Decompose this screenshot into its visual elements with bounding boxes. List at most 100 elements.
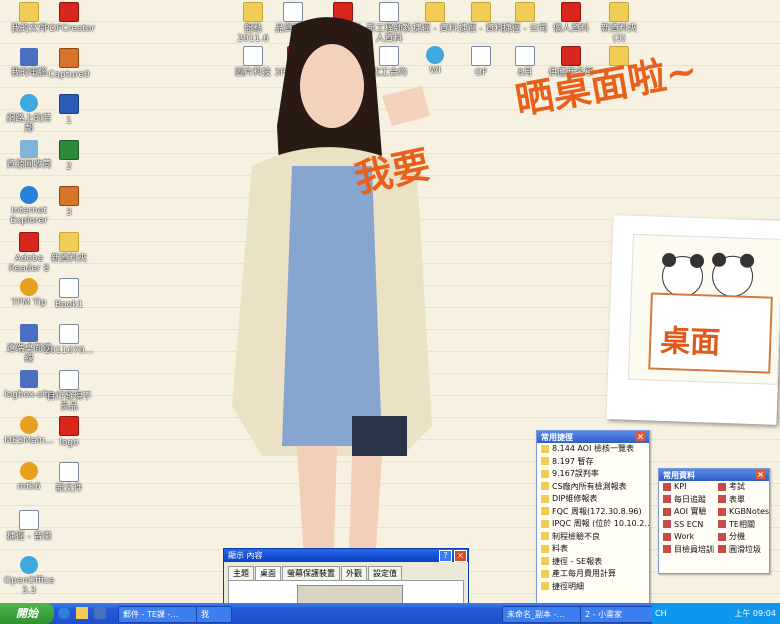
list-item[interactable]: 考試 xyxy=(714,481,769,494)
list-item[interactable]: 制程檢驗不良 xyxy=(537,531,649,544)
list-item-label: 8.144 AOI 檢核一覽表 xyxy=(552,444,634,453)
ppt-icon xyxy=(59,186,79,206)
photo-inner: 桌面 xyxy=(627,233,780,385)
folder-icon[interactable] xyxy=(75,607,88,619)
list-item-label: 捷徑 - SE報表 xyxy=(552,556,603,566)
desktop-icon-item[interactable]: PDFCreator xyxy=(44,2,96,34)
list-item[interactable]: KPI xyxy=(659,481,714,494)
taskbar: 開始 郵件 - TE課 -… 我 未命名_副本 -… 2 - 小畫家 CH 上午… xyxy=(0,603,780,624)
list-item[interactable]: 8.144 AOI 檢核一覽表 xyxy=(537,443,649,456)
desktop-icon-item[interactable]: 2011070… xyxy=(44,324,94,356)
doc-icon xyxy=(59,462,79,482)
desktop-icon-label: 1 xyxy=(66,116,72,126)
list-item[interactable]: 8.197 暫存 xyxy=(537,456,649,469)
desktop-icon-item[interactable]: OpenOffice 3.3 xyxy=(4,556,54,596)
list-item-label: 制程檢驗不良 xyxy=(552,531,600,541)
taskbar-button-paint[interactable]: 2 - 小畫家 xyxy=(580,606,656,623)
list-item[interactable]: AOI 實驗 xyxy=(659,506,714,519)
desktop-icon-item[interactable]: 新文件 xyxy=(44,462,94,494)
desktop-icon-label: Capture0 xyxy=(48,70,90,80)
polaroid-photo: 桌面 xyxy=(606,215,780,425)
shortcuts-panel-titlebar[interactable]: 常用捷徑 × xyxy=(537,431,649,443)
item-icon xyxy=(718,532,726,541)
list-item-label: CS廠內所有檢測報表 xyxy=(552,481,627,491)
list-item[interactable]: CS廠內所有檢測報表 xyxy=(537,481,649,494)
doc-icon xyxy=(59,278,79,298)
doc-icon xyxy=(59,324,79,344)
desktop-icon-item[interactable]: 2 xyxy=(44,140,94,172)
close-icon[interactable]: × xyxy=(636,432,645,441)
desktop-icon-item[interactable]: 新資料夾 (3) xyxy=(594,2,644,44)
list-item[interactable]: Work xyxy=(659,531,714,544)
desktop-icon-item[interactable]: Capture0 xyxy=(44,48,94,80)
data-panel: 常用資料 × KPI 考試 每日追蹤 表單 AOI 實驗 KGBNotes SS ECN TE… xyxy=(658,468,770,574)
close-icon[interactable]: × xyxy=(756,470,765,479)
list-item[interactable]: 分機 xyxy=(714,531,769,544)
list-item[interactable]: KGBNotes xyxy=(714,506,769,519)
folder-icon xyxy=(541,557,549,565)
list-item[interactable]: 9.167誤判率 xyxy=(537,468,649,481)
recycle-icon xyxy=(20,140,38,158)
xls-icon xyxy=(59,140,79,160)
list-item[interactable]: FQC 周報(172.30.8.96) xyxy=(537,506,649,519)
desktop-icon-item[interactable]: OF xyxy=(456,46,506,78)
pdf-icon xyxy=(59,2,79,22)
dialog-titlebar[interactable]: 顯示 內容 × ? xyxy=(224,549,468,562)
desktop-icon-label: 2011070… xyxy=(44,346,94,356)
desktop-icon-item[interactable]: 捷徑 - 資料 xyxy=(456,2,506,34)
dialog-tab[interactable]: 桌面 xyxy=(255,566,281,580)
list-item-label: 9.167誤判率 xyxy=(552,469,599,478)
help-icon[interactable]: ? xyxy=(439,550,452,562)
list-item[interactable]: 捷徑明細 xyxy=(537,581,649,594)
pc-icon xyxy=(20,370,38,388)
folder-icon xyxy=(541,507,549,515)
language-indicator[interactable]: CH xyxy=(655,603,667,624)
list-item[interactable]: 表單 xyxy=(714,494,769,507)
list-item[interactable]: 捷徑 - SE報表 xyxy=(537,556,649,569)
list-item[interactable]: SS ECN xyxy=(659,519,714,532)
desktop-icon-item[interactable]: 捷徑 - 音樂 xyxy=(4,510,54,542)
quick-launch xyxy=(58,607,114,621)
list-item[interactable]: DIP維修報表 xyxy=(537,493,649,506)
dialog-tab[interactable]: 外觀 xyxy=(341,566,367,580)
pdf-icon xyxy=(59,416,79,436)
desktop-icon-item[interactable]: 自行發現不良品 xyxy=(44,370,94,412)
dialog-tab[interactable]: 主題 xyxy=(228,566,254,580)
item-icon xyxy=(663,545,671,553)
ie-icon[interactable] xyxy=(58,607,70,619)
desktop-icon-label: 自行發現不良品 xyxy=(46,392,92,412)
desktop-icon-label: 新資料夾 xyxy=(50,254,87,264)
dialog-tab[interactable]: 螢幕保護裝置 xyxy=(282,566,340,580)
taskbar-button-untitled[interactable]: 未命名_副本 -… xyxy=(502,606,582,623)
desktop-icon-item[interactable]: logo xyxy=(44,416,94,448)
item-icon xyxy=(663,495,671,503)
desktop-icon-label: PDFCreator xyxy=(44,24,96,34)
desktop-icon-item[interactable]: 3 xyxy=(44,186,94,218)
folder-icon xyxy=(541,544,549,553)
list-item[interactable]: 圓滑垃圾 xyxy=(714,544,769,557)
item-icon xyxy=(718,507,726,516)
desktop-icon-label: 3 xyxy=(66,208,72,218)
desktop-icon-item[interactable]: 個人資料 xyxy=(546,2,596,34)
list-item[interactable]: 目檢員培訓 xyxy=(659,544,714,557)
list-item[interactable]: 每日追蹤 xyxy=(659,494,714,507)
list-item[interactable]: 產工每月費用計算 xyxy=(537,568,649,581)
item-icon xyxy=(718,520,726,528)
close-icon[interactable]: × xyxy=(454,550,467,562)
list-item[interactable]: IPQC 周報 (位於 10.10.2… xyxy=(537,518,649,531)
taskbar-button-mail[interactable]: 郵件 - TE課 -… xyxy=(118,606,200,623)
folder-icon xyxy=(59,232,79,252)
list-item[interactable]: TE相關 xyxy=(714,519,769,532)
dialog-tab[interactable]: 設定值 xyxy=(368,566,402,580)
folder-icon xyxy=(541,482,549,490)
desktop-icon[interactable] xyxy=(93,607,106,619)
shortcuts-panel-title: 常用捷徑 xyxy=(541,433,573,442)
data-panel-titlebar[interactable]: 常用資料 × xyxy=(659,469,769,481)
desktop-icon-item[interactable]: 1 xyxy=(44,94,94,126)
taskbar-button-2[interactable]: 我 xyxy=(196,606,232,623)
start-button[interactable]: 開始 xyxy=(0,603,54,624)
desktop-icon-item[interactable]: 捷徑 - 公司 xyxy=(500,2,550,34)
desktop-icon-item[interactable]: Book1 xyxy=(44,278,94,310)
desktop-icon-item[interactable]: 新資料夾 xyxy=(44,232,94,264)
list-item[interactable]: 料表 xyxy=(537,543,649,556)
